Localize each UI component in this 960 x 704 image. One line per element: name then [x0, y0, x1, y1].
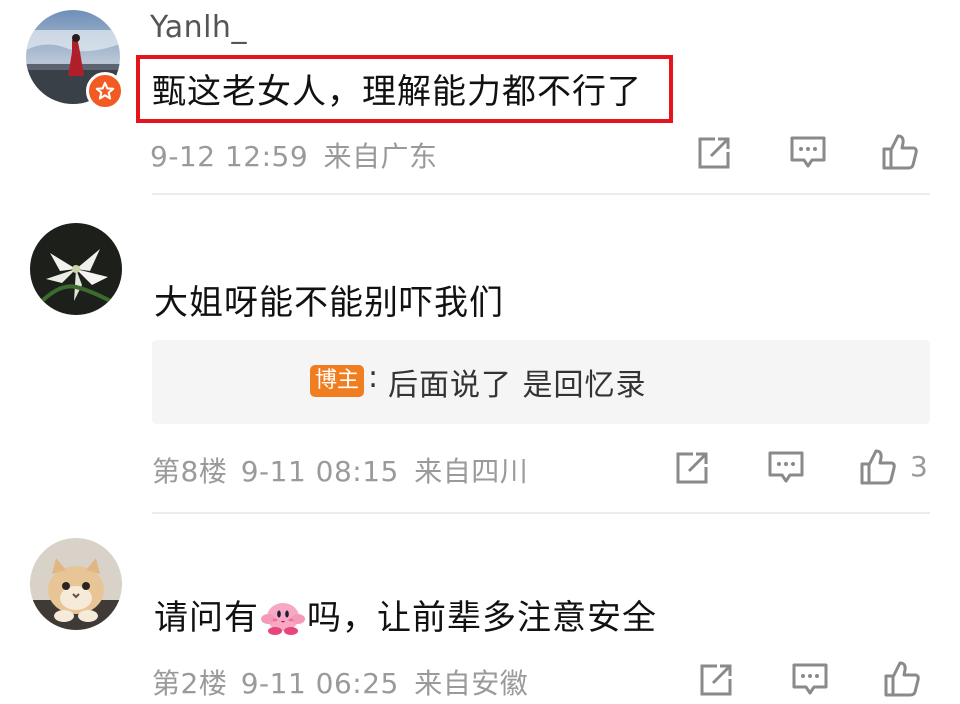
author-tag: 博主 [310, 365, 365, 397]
comment-location: 来自安徽 [414, 667, 529, 700]
like-count: 3 [910, 450, 928, 483]
comment-location: 来自四川 [414, 455, 529, 488]
comment-item: Yanlh_ 甄这老女人，理解能力都不行了 9-12 12:59 来自广东 [0, 0, 960, 195]
cat-avatar [30, 538, 122, 630]
star-badge-icon [86, 72, 124, 110]
floor-number: 第2楼 [152, 667, 228, 700]
lily-flower-avatar [30, 223, 122, 315]
comment-text-after: 吗，让前辈多注意安全 [307, 598, 657, 638]
avatar[interactable] [30, 538, 122, 630]
comment-icon[interactable] [764, 446, 808, 490]
floor-number: 第8楼 [152, 455, 228, 488]
like-icon[interactable] [878, 130, 922, 174]
comment-meta: 第8楼 9-11 08:15 来自四川 [152, 450, 528, 490]
comment-text: 大姐呀能不能别吓我们 [154, 283, 504, 323]
comment-meta: 第2楼 9-11 06:25 来自安徽 [152, 662, 528, 702]
share-icon[interactable] [694, 658, 738, 702]
comment-icon[interactable] [786, 131, 830, 175]
like-icon[interactable] [880, 657, 924, 701]
comment-location: 来自广东 [323, 140, 438, 173]
reply-box[interactable]: 博主 : 后面说了 是回忆录 [152, 340, 930, 424]
pink-kirby-emoji [261, 603, 305, 635]
comment-time: 9-11 06:25 [240, 667, 399, 700]
comment-item: 大姐呀能不能别吓我们 博主 : 后面说了 是回忆录 第8楼 9-11 08:15… [0, 195, 960, 515]
reply-text: 后面说了 是回忆录 [388, 368, 647, 403]
comment-text: 请问有 吗，让前辈多注意安全 [154, 590, 657, 639]
share-icon[interactable] [692, 131, 736, 175]
comment-time: 9-12 12:59 [150, 140, 309, 173]
like-icon[interactable] [856, 445, 900, 489]
reply-text-colon: : [368, 360, 380, 395]
share-icon[interactable] [670, 446, 714, 490]
comment-meta: 9-12 12:59 来自广东 [150, 135, 438, 175]
avatar[interactable] [30, 223, 122, 315]
comment-text-before: 请问有 [154, 598, 259, 638]
username[interactable]: Yanlh_ [150, 10, 247, 45]
comment-text: 甄这老女人，理解能力都不行了 [152, 72, 642, 112]
comment-item: 请问有 吗，让前辈多注意安全 第2楼 9-11 06:25 来自安徽 [0, 514, 960, 704]
comment-time: 9-11 08:15 [240, 455, 399, 488]
comment-icon[interactable] [788, 658, 832, 702]
